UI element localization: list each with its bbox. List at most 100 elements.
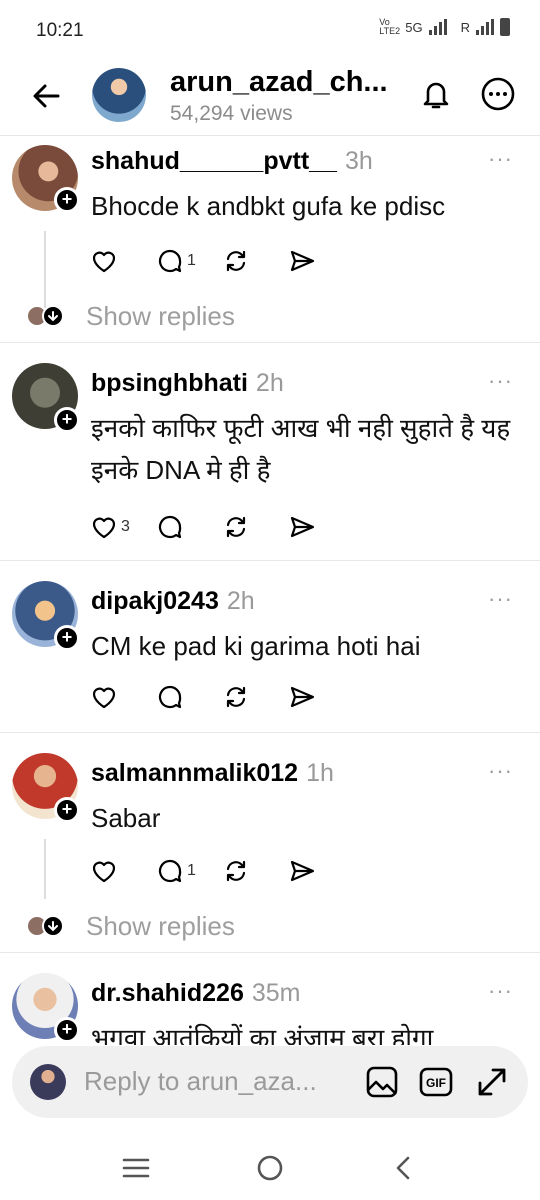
follow-plus-icon[interactable]: + xyxy=(54,1017,80,1043)
comment-username[interactable]: shahud______pvtt__ 3h xyxy=(91,147,373,176)
comment-item: + dipakj0243 2h ··· CM ke pad ki garima h… xyxy=(0,561,540,733)
bell-icon xyxy=(423,82,449,109)
follow-plus-icon[interactable]: + xyxy=(54,187,80,213)
comment-item: + dr.shahid226 35m ··· भगवा आतंकियों का अ… xyxy=(0,953,540,1045)
svg-text:GIF: GIF xyxy=(426,1076,446,1090)
comment-username[interactable]: salmannmalik012 1h xyxy=(91,759,334,788)
comment-bubble-icon xyxy=(158,685,182,709)
arrow-down-icon xyxy=(42,305,64,327)
repost-icon xyxy=(226,250,246,272)
share-button[interactable] xyxy=(288,247,354,275)
arrow-down-icon xyxy=(42,915,64,937)
view-count: 54,294 views xyxy=(170,102,293,125)
recents-button[interactable] xyxy=(118,1150,154,1186)
show-replies-row[interactable]: Show replies xyxy=(26,911,235,941)
expand-icon xyxy=(478,1068,506,1096)
comment-time: 35m xyxy=(251,979,301,1007)
repost-icon xyxy=(226,686,246,708)
repost-button[interactable] xyxy=(222,683,288,711)
comment-actions xyxy=(90,681,354,713)
comment-text: इनको काफिर फूटी आख भी नही सुहाते है यह इ… xyxy=(91,413,511,485)
post-header: arun_azad_ch... 54,294 views xyxy=(0,60,540,136)
show-replies-row[interactable]: Show replies xyxy=(26,301,235,331)
back-arrow-icon xyxy=(33,84,60,108)
system-navigation-bar xyxy=(0,1136,540,1200)
volte-icon: Vo LTE2 xyxy=(379,17,401,36)
send-icon xyxy=(290,686,315,708)
reply-button[interactable]: 1 xyxy=(156,247,222,275)
send-icon xyxy=(290,860,315,882)
comment-time: 2h xyxy=(226,587,255,615)
comment-username[interactable]: bpsinghbhati 2h xyxy=(91,369,284,398)
share-button[interactable] xyxy=(288,513,354,541)
show-replies-link[interactable]: Show replies xyxy=(86,301,235,332)
comment-text: Sabar xyxy=(91,803,161,833)
roaming-indicator: R xyxy=(460,19,470,35)
comments-feed[interactable]: + shahud______pvtt__ 3h ··· Bhocde k andb… xyxy=(0,137,540,1045)
image-icon xyxy=(366,1066,398,1098)
like-button[interactable]: 3 xyxy=(90,513,156,541)
follow-plus-icon[interactable]: + xyxy=(54,407,80,433)
reply-button[interactable] xyxy=(156,513,222,541)
send-icon xyxy=(290,250,315,272)
comment-actions: 3 xyxy=(90,511,354,543)
share-button[interactable] xyxy=(288,683,354,711)
current-user-avatar xyxy=(30,1064,66,1100)
comment-username[interactable]: dipakj0243 2h xyxy=(91,587,255,616)
repost-button[interactable] xyxy=(222,247,288,275)
comment-item: + bpsinghbhati 2h ··· इनको काफिर फूटी आख … xyxy=(0,343,540,561)
back-button[interactable] xyxy=(28,78,64,114)
back-nav-button[interactable] xyxy=(386,1150,422,1186)
notifications-button[interactable] xyxy=(418,76,454,112)
comment-text: CM ke pad ki garima hoti hai xyxy=(91,631,421,661)
like-button[interactable] xyxy=(90,857,156,885)
comment-bubble-icon xyxy=(158,859,182,883)
home-button[interactable] xyxy=(252,1150,288,1186)
share-button[interactable] xyxy=(288,857,354,885)
comment-more-icon[interactable]: ··· xyxy=(488,148,514,170)
comment-bubble-icon xyxy=(158,515,182,539)
signal-icon xyxy=(428,19,447,35)
more-options-button[interactable] xyxy=(480,76,516,112)
comment-time: 3h xyxy=(344,147,373,175)
repost-icon xyxy=(226,860,246,882)
chevron-left-icon xyxy=(396,1156,410,1180)
gif-icon: GIF xyxy=(419,1067,453,1097)
heart-icon xyxy=(92,861,116,883)
image-button[interactable] xyxy=(364,1064,400,1100)
reply-input[interactable]: Reply to arun_aza... xyxy=(84,1066,317,1097)
comment-more-icon[interactable]: ··· xyxy=(488,588,514,610)
comment-item: + shahud______pvtt__ 3h ··· Bhocde k andb… xyxy=(0,137,540,343)
show-replies-link[interactable]: Show replies xyxy=(86,911,235,942)
page-title[interactable]: arun_azad_ch... xyxy=(170,66,398,99)
comment-bubble-icon xyxy=(158,249,182,273)
send-icon xyxy=(290,516,315,538)
heart-icon xyxy=(92,687,116,709)
reply-count: 1 xyxy=(187,862,196,879)
reply-button[interactable] xyxy=(156,683,222,711)
follow-plus-icon[interactable]: + xyxy=(54,625,80,651)
expand-button[interactable] xyxy=(474,1064,510,1100)
more-circle-icon xyxy=(481,77,515,111)
reply-button[interactable]: 1 xyxy=(156,857,222,885)
like-count: 3 xyxy=(121,518,130,535)
battery-icon xyxy=(500,18,510,36)
reply-composer[interactable]: Reply to arun_aza... GIF xyxy=(12,1046,528,1118)
gif-button[interactable]: GIF xyxy=(418,1064,454,1100)
comment-text: Bhocde k andbkt gufa ke pdisc xyxy=(91,191,446,221)
follow-plus-icon[interactable]: + xyxy=(54,797,80,823)
comment-text: भगवा आतंकियों का अंजाम बुरा होगा xyxy=(91,1023,434,1045)
author-avatar[interactable] xyxy=(92,68,146,122)
comment-more-icon[interactable]: ··· xyxy=(488,370,514,392)
signal-icon-2 xyxy=(476,19,494,35)
status-time: 10:21 xyxy=(36,20,84,41)
like-button[interactable] xyxy=(90,683,156,711)
comment-more-icon[interactable]: ··· xyxy=(488,760,514,782)
repost-button[interactable] xyxy=(222,513,288,541)
comment-username[interactable]: dr.shahid226 35m xyxy=(91,979,301,1008)
home-circle-icon xyxy=(257,1155,283,1181)
comment-more-icon[interactable]: ··· xyxy=(488,980,514,1002)
like-button[interactable] xyxy=(90,247,156,275)
heart-icon xyxy=(92,517,116,539)
repost-button[interactable] xyxy=(222,857,288,885)
